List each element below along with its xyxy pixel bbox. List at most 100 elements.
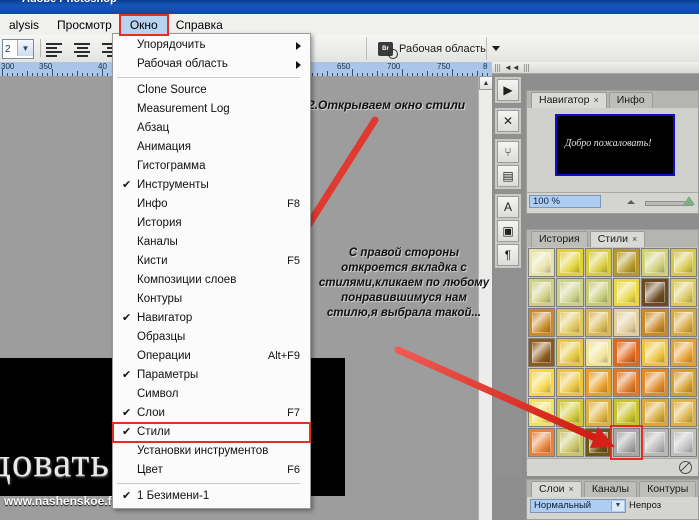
navigator-thumbnail[interactable]: Добро пожаловать!: [555, 114, 675, 176]
menu-item-3[interactable]: Clone Source: [113, 81, 310, 100]
window-dropdown-menu[interactable]: Упорядочить Рабочая область Clone Source Me…: [112, 33, 311, 509]
brushes-icon[interactable]: ⑂: [497, 141, 519, 163]
style-swatch[interactable]: [609, 425, 644, 460]
style-swatch[interactable]: [528, 308, 556, 337]
drag-grip-icon[interactable]: [495, 63, 500, 72]
style-swatch[interactable]: [669, 338, 697, 367]
menu-item-15[interactable]: ✔ Навигатор: [113, 309, 310, 328]
style-swatch[interactable]: [556, 248, 584, 277]
style-swatch[interactable]: [528, 278, 556, 307]
style-swatch[interactable]: [613, 278, 641, 307]
style-swatch[interactable]: [556, 308, 584, 337]
style-swatch[interactable]: [584, 308, 612, 337]
menu-item-7[interactable]: Гистограмма: [113, 157, 310, 176]
style-swatch[interactable]: [584, 248, 612, 277]
style-swatch[interactable]: [528, 248, 556, 277]
style-swatch[interactable]: [641, 308, 669, 337]
menu-item-5[interactable]: Абзац: [113, 119, 310, 138]
style-swatch[interactable]: [641, 338, 669, 367]
tab-layers[interactable]: Слои ×: [531, 481, 582, 497]
style-swatch[interactable]: [556, 368, 584, 397]
workspace-button[interactable]: Br Рабочая область: [370, 38, 508, 59]
tab-channels[interactable]: Каналы: [583, 481, 638, 497]
menu-item-window[interactable]: Окно: [118, 13, 169, 36]
menu-item-22[interactable]: Установки инструментов: [113, 442, 310, 461]
align-center-icon[interactable]: [72, 41, 92, 57]
tool-presets-icon[interactable]: ▤: [497, 165, 519, 187]
character-icon[interactable]: A: [497, 196, 519, 218]
menu-item-9[interactable]: Инфо F8: [113, 195, 310, 214]
style-swatch[interactable]: [669, 248, 697, 277]
style-swatch[interactable]: [528, 338, 556, 367]
chevron-down-icon[interactable]: ▼: [17, 40, 33, 56]
menu-item-13[interactable]: Композиции слоев: [113, 271, 310, 290]
style-swatch[interactable]: [641, 368, 669, 397]
menu-item-11[interactable]: Каналы: [113, 233, 310, 252]
close-icon[interactable]: ×: [569, 482, 574, 497]
style-swatch[interactable]: [584, 368, 612, 397]
blend-mode-select[interactable]: Нормальный ▼: [530, 498, 626, 513]
tab-paths[interactable]: Контуры: [639, 481, 697, 497]
dock-header[interactable]: ◄◄: [492, 62, 699, 74]
menu-item-1[interactable]: Рабочая область: [113, 55, 310, 74]
paragraph-pilcrow-icon[interactable]: ¶: [497, 244, 519, 266]
tools-crossed-icon[interactable]: ✕: [497, 110, 519, 132]
style-swatch[interactable]: [613, 338, 641, 367]
style-swatch[interactable]: [556, 428, 584, 457]
menu-item-help[interactable]: Справка: [167, 16, 232, 34]
scroll-up-icon[interactable]: ▲: [479, 76, 493, 90]
menu-item-8[interactable]: ✔ Инструменты: [113, 176, 310, 195]
zoom-level-input[interactable]: 100 %: [529, 194, 601, 208]
zoom-out-icon[interactable]: [627, 200, 635, 204]
style-swatch[interactable]: [613, 308, 641, 337]
menu-item-20[interactable]: ✔ Слои F7: [113, 404, 310, 423]
menu-item-14[interactable]: Контуры: [113, 290, 310, 309]
style-swatch[interactable]: [641, 398, 669, 427]
menu-item-25[interactable]: ✔ 1 Безимени-1: [113, 487, 310, 506]
layer-comps-icon[interactable]: ▣: [497, 220, 519, 242]
style-swatch[interactable]: [669, 308, 697, 337]
tab-history[interactable]: История: [531, 231, 588, 247]
font-size-combo[interactable]: 2 ▼: [2, 39, 34, 59]
tab-styles[interactable]: Стили ×: [589, 231, 646, 247]
close-icon[interactable]: ×: [593, 93, 598, 108]
style-swatch[interactable]: [669, 368, 697, 397]
tab-navigator[interactable]: Навигатор ×: [531, 92, 607, 108]
style-swatch[interactable]: [528, 398, 556, 427]
style-swatch[interactable]: [528, 428, 556, 457]
style-swatch[interactable]: [669, 278, 697, 307]
style-swatch[interactable]: [641, 428, 669, 457]
style-swatch[interactable]: [584, 278, 612, 307]
style-swatch[interactable]: [613, 398, 641, 427]
menu-item-23[interactable]: Цвет F6: [113, 461, 310, 480]
no-style-icon[interactable]: [679, 461, 692, 474]
collapse-dock-icon[interactable]: ◄◄: [504, 63, 520, 72]
style-swatch[interactable]: [528, 368, 556, 397]
style-swatch[interactable]: [613, 248, 641, 277]
menu-item-19[interactable]: Символ: [113, 385, 310, 404]
style-swatch[interactable]: [556, 398, 584, 427]
menu-item-analysis[interactable]: alysis: [0, 16, 48, 34]
close-icon[interactable]: ×: [632, 232, 637, 247]
menu-item-17[interactable]: Операции Alt+F9: [113, 347, 310, 366]
style-swatch[interactable]: [669, 398, 697, 427]
menu-item-21[interactable]: ✔ Стили: [112, 422, 311, 443]
menu-item-12[interactable]: Кисти F5: [113, 252, 310, 271]
menu-item-10[interactable]: История: [113, 214, 310, 233]
zoom-in-icon[interactable]: [683, 196, 695, 205]
menu-item-16[interactable]: Образцы: [113, 328, 310, 347]
tab-info[interactable]: Инфо: [608, 92, 653, 108]
menu-item-view[interactable]: Просмотр: [48, 16, 121, 34]
chevron-down-icon[interactable]: ▼: [611, 500, 624, 511]
style-swatch[interactable]: [584, 338, 612, 367]
menu-item-6[interactable]: Анимация: [113, 138, 310, 157]
play-triangle-icon[interactable]: ▶: [497, 79, 519, 101]
style-swatch[interactable]: [584, 398, 612, 427]
style-swatch[interactable]: [641, 248, 669, 277]
style-swatch[interactable]: [669, 428, 697, 457]
style-swatch[interactable]: [613, 368, 641, 397]
navigator-preview-area[interactable]: Добро пожаловать!: [527, 108, 698, 192]
style-swatch[interactable]: [641, 278, 669, 307]
style-swatch[interactable]: [556, 338, 584, 367]
style-swatch[interactable]: [556, 278, 584, 307]
